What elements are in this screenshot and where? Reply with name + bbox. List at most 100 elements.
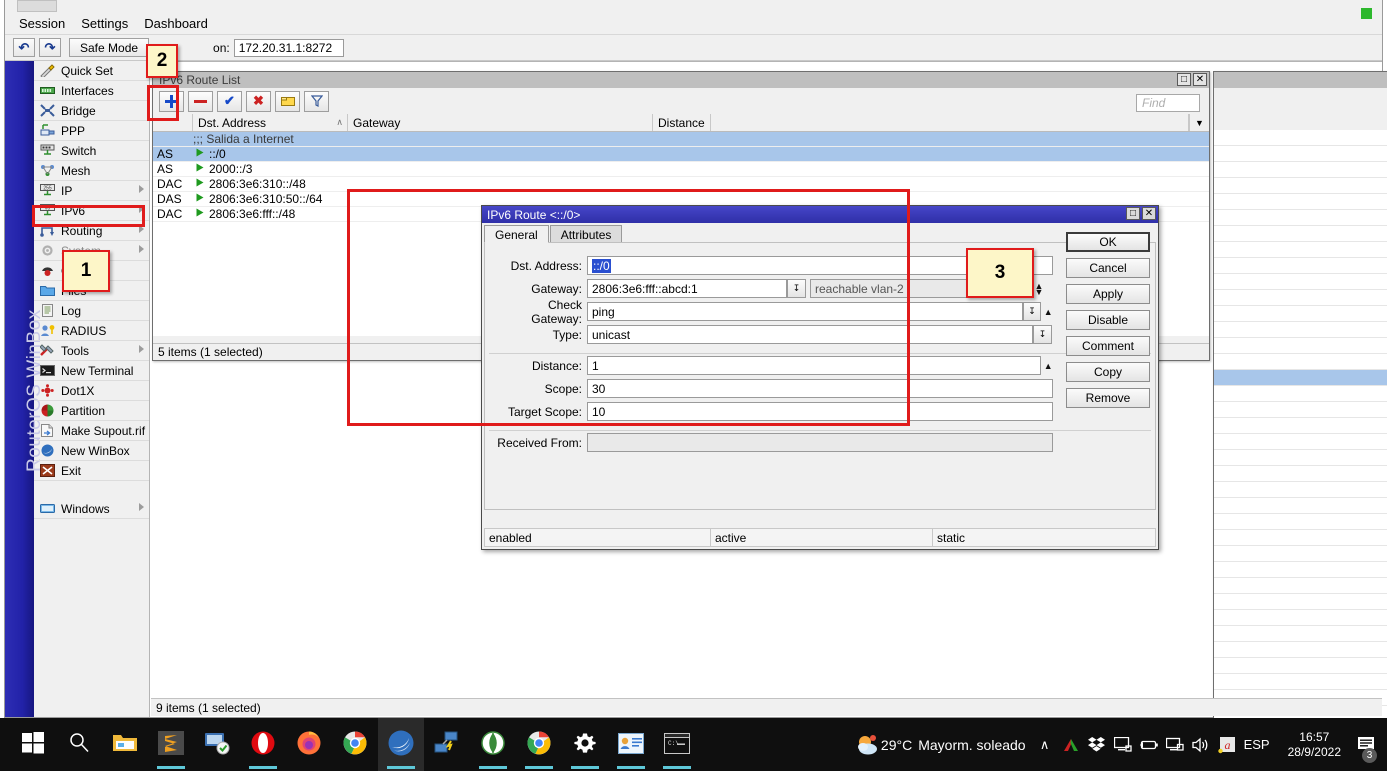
distance-input[interactable]: 1 <box>587 356 1041 375</box>
maximize-icon[interactable]: □ <box>1126 207 1140 220</box>
sidebar-item-new-winbox[interactable]: New WinBox <box>34 441 149 461</box>
list-item[interactable] <box>1214 338 1387 354</box>
chrome-2-button[interactable] <box>516 718 562 771</box>
list-item[interactable] <box>1214 674 1387 690</box>
list-item[interactable] <box>1214 530 1387 546</box>
menu-settings[interactable]: Settings <box>73 14 136 33</box>
redo-icon[interactable]: ↷ <box>39 38 61 57</box>
table-row[interactable]: DAC2806:3e6:310::/48 <box>153 177 1209 192</box>
list-item[interactable] <box>1214 578 1387 594</box>
chevron-down-icon[interactable]: ▼ <box>1189 114 1209 131</box>
list-item[interactable] <box>1214 594 1387 610</box>
dropbox-tray-icon[interactable] <box>1084 718 1110 771</box>
mikrotik-tray-icon[interactable] <box>1058 718 1084 771</box>
list-item[interactable] <box>1214 242 1387 258</box>
disable-route-button[interactable]: ✖ <box>246 91 271 112</box>
gateway-input[interactable]: 2806:3e6:fff::abcd:1 <box>587 279 787 298</box>
sidebar-item-tools[interactable]: Tools <box>34 341 149 361</box>
list-item[interactable] <box>1214 450 1387 466</box>
gateway-updown-icon[interactable]: ▲▼ <box>1032 279 1046 298</box>
list-item[interactable] <box>1214 162 1387 178</box>
route-list-find-input[interactable]: Find <box>1136 94 1200 112</box>
list-item[interactable] <box>1214 306 1387 322</box>
route-comment-row[interactable]: ;;; Salida a Internet <box>153 132 1209 147</box>
comment-route-button[interactable] <box>275 91 300 112</box>
notifications-icon[interactable]: 3 <box>1351 718 1381 771</box>
session-address-field[interactable]: 172.20.31.1:8272 <box>234 39 344 57</box>
weather-icon[interactable] <box>855 718 881 771</box>
type-dropdown-icon[interactable]: ↧ <box>1033 325 1052 344</box>
list-item[interactable] <box>1214 146 1387 162</box>
list-item[interactable] <box>1214 642 1387 658</box>
battery-tray-icon[interactable] <box>1136 718 1162 771</box>
winbox-button[interactable] <box>378 718 424 771</box>
chrome-button[interactable] <box>332 718 378 771</box>
sidebar-item-exit[interactable]: Exit <box>34 461 149 481</box>
table-row[interactable]: AS2000::/3 <box>153 162 1209 177</box>
type-input[interactable]: unicast <box>587 325 1033 344</box>
list-item[interactable] <box>1214 546 1387 562</box>
list-item[interactable] <box>1214 466 1387 482</box>
start-button[interactable] <box>10 718 56 771</box>
comment-button[interactable]: Comment <box>1066 336 1150 356</box>
distance-up-icon[interactable]: ▲ <box>1041 356 1055 375</box>
sidebar-item-windows[interactable]: Windows <box>34 499 149 519</box>
column-gateway[interactable]: Gateway <box>348 114 653 131</box>
sidebar-item-routing[interactable]: Routing <box>34 221 149 241</box>
disable-button[interactable]: Disable <box>1066 310 1150 330</box>
enable-route-button[interactable]: ✔ <box>217 91 242 112</box>
list-item[interactable] <box>1214 178 1387 194</box>
remote-desktop-button[interactable] <box>194 718 240 771</box>
list-item[interactable] <box>1214 258 1387 274</box>
copy-button[interactable]: Copy <box>1066 362 1150 382</box>
contacts-button[interactable] <box>608 718 654 771</box>
safe-mode-button[interactable]: Safe Mode <box>69 38 149 57</box>
sidebar-item-new-terminal[interactable]: New Terminal <box>34 361 149 381</box>
list-item[interactable] <box>1214 370 1387 386</box>
list-item[interactable] <box>1214 434 1387 450</box>
globe-app-button[interactable] <box>470 718 516 771</box>
firefox-button[interactable] <box>286 718 332 771</box>
sidebar-item-ip[interactable]: 255IP <box>34 181 149 201</box>
remove-button[interactable]: Remove <box>1066 388 1150 408</box>
check-gateway-up-icon[interactable]: ▲ <box>1041 302 1055 321</box>
sidebar-item-mesh[interactable]: Mesh <box>34 161 149 181</box>
clock[interactable]: 16:57 28/9/2022 <box>1278 730 1351 760</box>
check-gateway-dropdown-icon[interactable]: ↧ <box>1023 302 1042 321</box>
sidebar-item-log[interactable]: Log <box>34 301 149 321</box>
list-item[interactable] <box>1214 418 1387 434</box>
ok-button[interactable]: OK <box>1066 232 1150 252</box>
gateway-dropdown-icon[interactable]: ↧ <box>787 279 806 298</box>
list-item[interactable] <box>1214 354 1387 370</box>
tab-attributes[interactable]: Attributes <box>550 225 623 243</box>
sidebar-item-radius[interactable]: RADIUS <box>34 321 149 341</box>
file-explorer-button[interactable] <box>102 718 148 771</box>
opera-button[interactable] <box>240 718 286 771</box>
list-item[interactable] <box>1214 610 1387 626</box>
list-item[interactable] <box>1214 194 1387 210</box>
filter-button[interactable] <box>304 91 329 112</box>
display-tray-icon[interactable] <box>1110 718 1136 771</box>
settings-button[interactable] <box>562 718 608 771</box>
volume-tray-icon[interactable] <box>1188 718 1214 771</box>
list-item[interactable] <box>1214 226 1387 242</box>
list-item[interactable] <box>1214 482 1387 498</box>
sidebar-item-switch[interactable]: Switch <box>34 141 149 161</box>
table-row[interactable]: AS::/0 <box>153 147 1209 162</box>
tab-general[interactable]: General <box>484 225 549 243</box>
list-item[interactable] <box>1214 386 1387 402</box>
add-route-button[interactable] <box>159 91 184 112</box>
sidebar-item-make-supout-rif[interactable]: Make Supout.rif <box>34 421 149 441</box>
column-distance[interactable]: Distance <box>653 114 711 131</box>
close-icon[interactable]: ✕ <box>1193 73 1207 86</box>
language-indicator[interactable]: ESP <box>1240 737 1278 752</box>
cancel-button[interactable]: Cancel <box>1066 258 1150 278</box>
list-item[interactable] <box>1214 210 1387 226</box>
list-item[interactable] <box>1214 514 1387 530</box>
sidebar-item-quick-set[interactable]: Quick Set <box>34 61 149 81</box>
list-item[interactable] <box>1214 322 1387 338</box>
console-button[interactable]: C:\ <box>654 718 700 771</box>
sidebar-item-bridge[interactable]: Bridge <box>34 101 149 121</box>
sublime-text-button[interactable] <box>148 718 194 771</box>
check-gateway-input[interactable]: ping <box>587 302 1023 321</box>
